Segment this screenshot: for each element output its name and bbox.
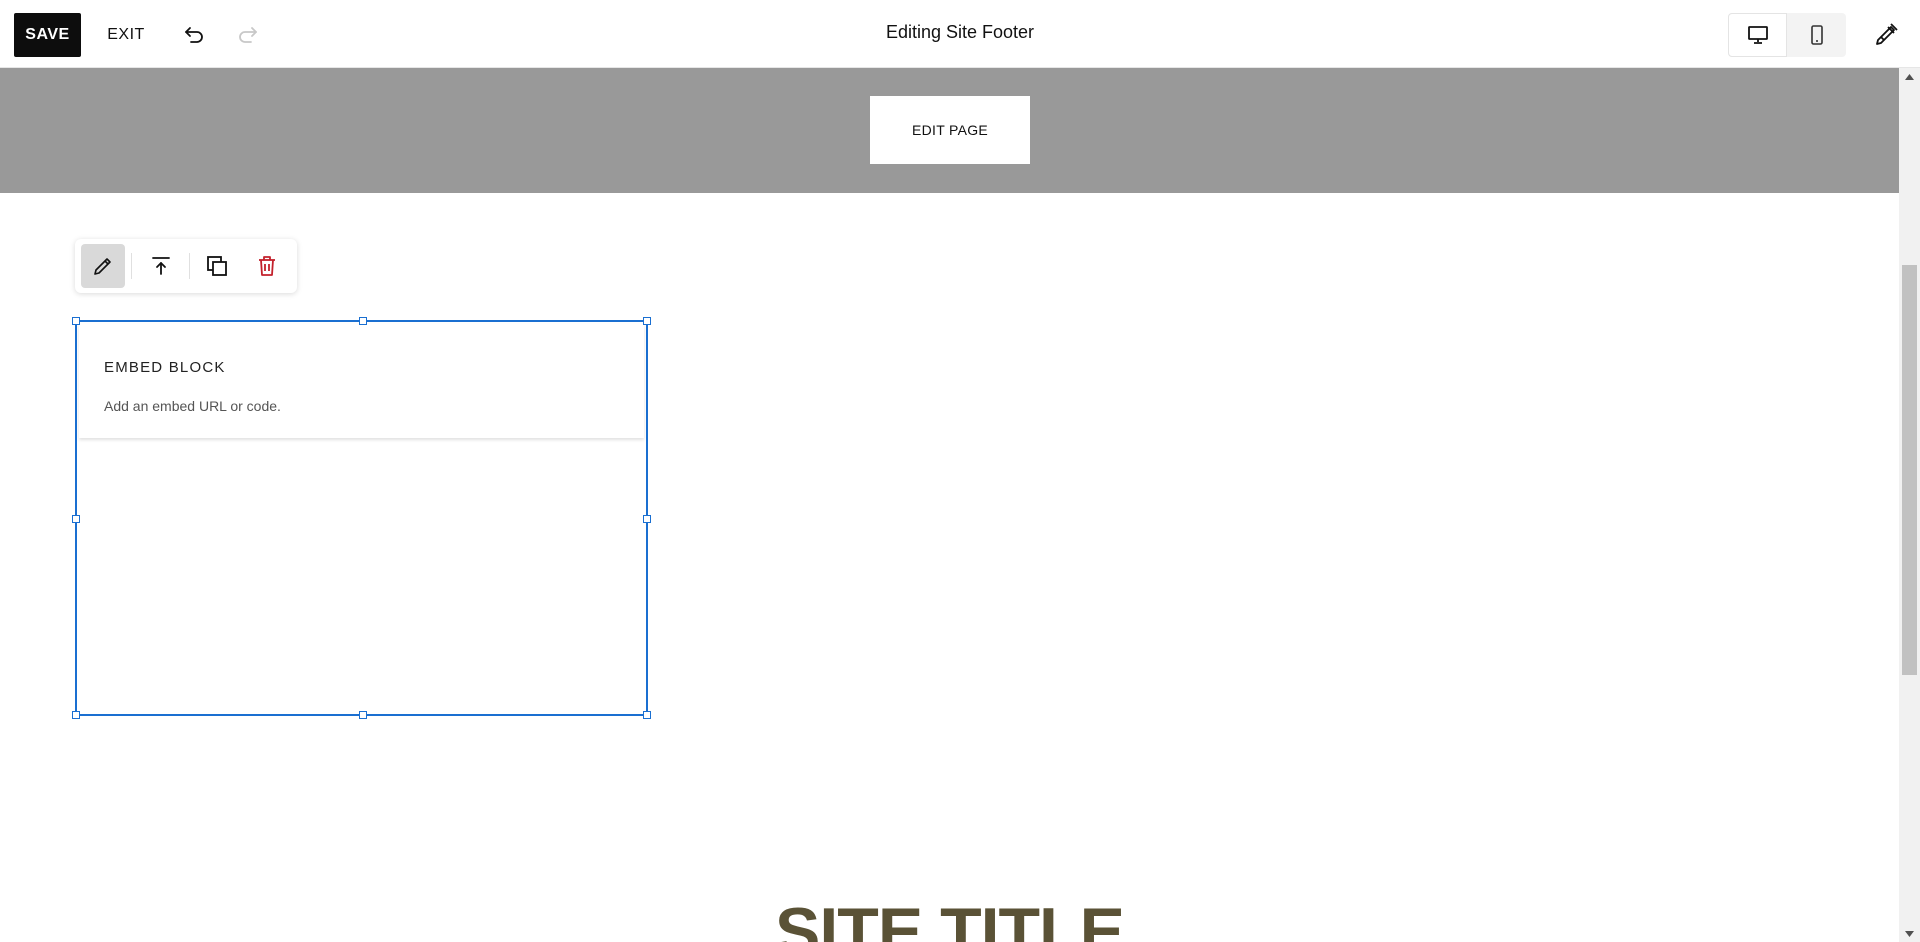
page-title: Editing Site Footer (885, 22, 1035, 42)
duplicate-icon (207, 256, 227, 276)
resize-handle-left[interactable] (72, 515, 80, 523)
device-toggle (1728, 13, 1846, 57)
scroll-up-arrow-icon[interactable] (1899, 68, 1920, 85)
design-button[interactable] (1866, 15, 1906, 55)
editor-toolbar: SAVE EXIT Editing Site Footer (0, 0, 1920, 68)
embed-block-title: EMBED BLOCK (104, 359, 226, 376)
resize-handle-top-right[interactable] (643, 317, 651, 325)
embed-block[interactable]: EMBED BLOCK Add an embed URL or code. (72, 317, 651, 719)
resize-handle-bottom[interactable] (359, 711, 367, 719)
scroll-down-arrow-icon[interactable] (1899, 925, 1920, 942)
trash-icon (259, 256, 275, 276)
move-to-top-icon (152, 257, 170, 275)
delete-button[interactable] (245, 244, 289, 288)
mobile-icon (1810, 25, 1823, 45)
resize-handle-bottom-left[interactable] (72, 711, 80, 719)
scrollbar-thumb[interactable] (1902, 265, 1917, 675)
header-section: EDIT PAGE (0, 68, 1899, 193)
toolbar-divider (189, 253, 190, 279)
move-to-top-button[interactable] (139, 244, 183, 288)
paintbrush-icon (1876, 23, 1898, 45)
resize-handle-right[interactable] (643, 515, 651, 523)
duplicate-button[interactable] (195, 244, 239, 288)
vertical-scrollbar[interactable] (1899, 68, 1920, 942)
edit-page-button[interactable]: EDIT PAGE (870, 96, 1030, 164)
embed-placeholder-card[interactable]: EMBED BLOCK Add an embed URL or code. (79, 324, 644, 438)
pencil-icon (94, 258, 111, 275)
page-canvas: EDIT PAGE EMBED BLOCK Add an embed URL o… (0, 68, 1899, 942)
embed-block-description: Add an embed URL or code. (104, 398, 281, 414)
edit-block-button[interactable] (81, 244, 125, 288)
block-toolbar (75, 239, 297, 293)
resize-handle-top[interactable] (359, 317, 367, 325)
toolbar-divider (131, 253, 132, 279)
desktop-icon (1747, 26, 1768, 44)
desktop-view-button[interactable] (1728, 13, 1787, 57)
mobile-view-button[interactable] (1787, 13, 1846, 57)
resize-handle-top-left[interactable] (72, 317, 80, 325)
site-title[interactable]: SITE TITLE (0, 898, 1899, 942)
resize-handle-bottom-right[interactable] (643, 711, 651, 719)
